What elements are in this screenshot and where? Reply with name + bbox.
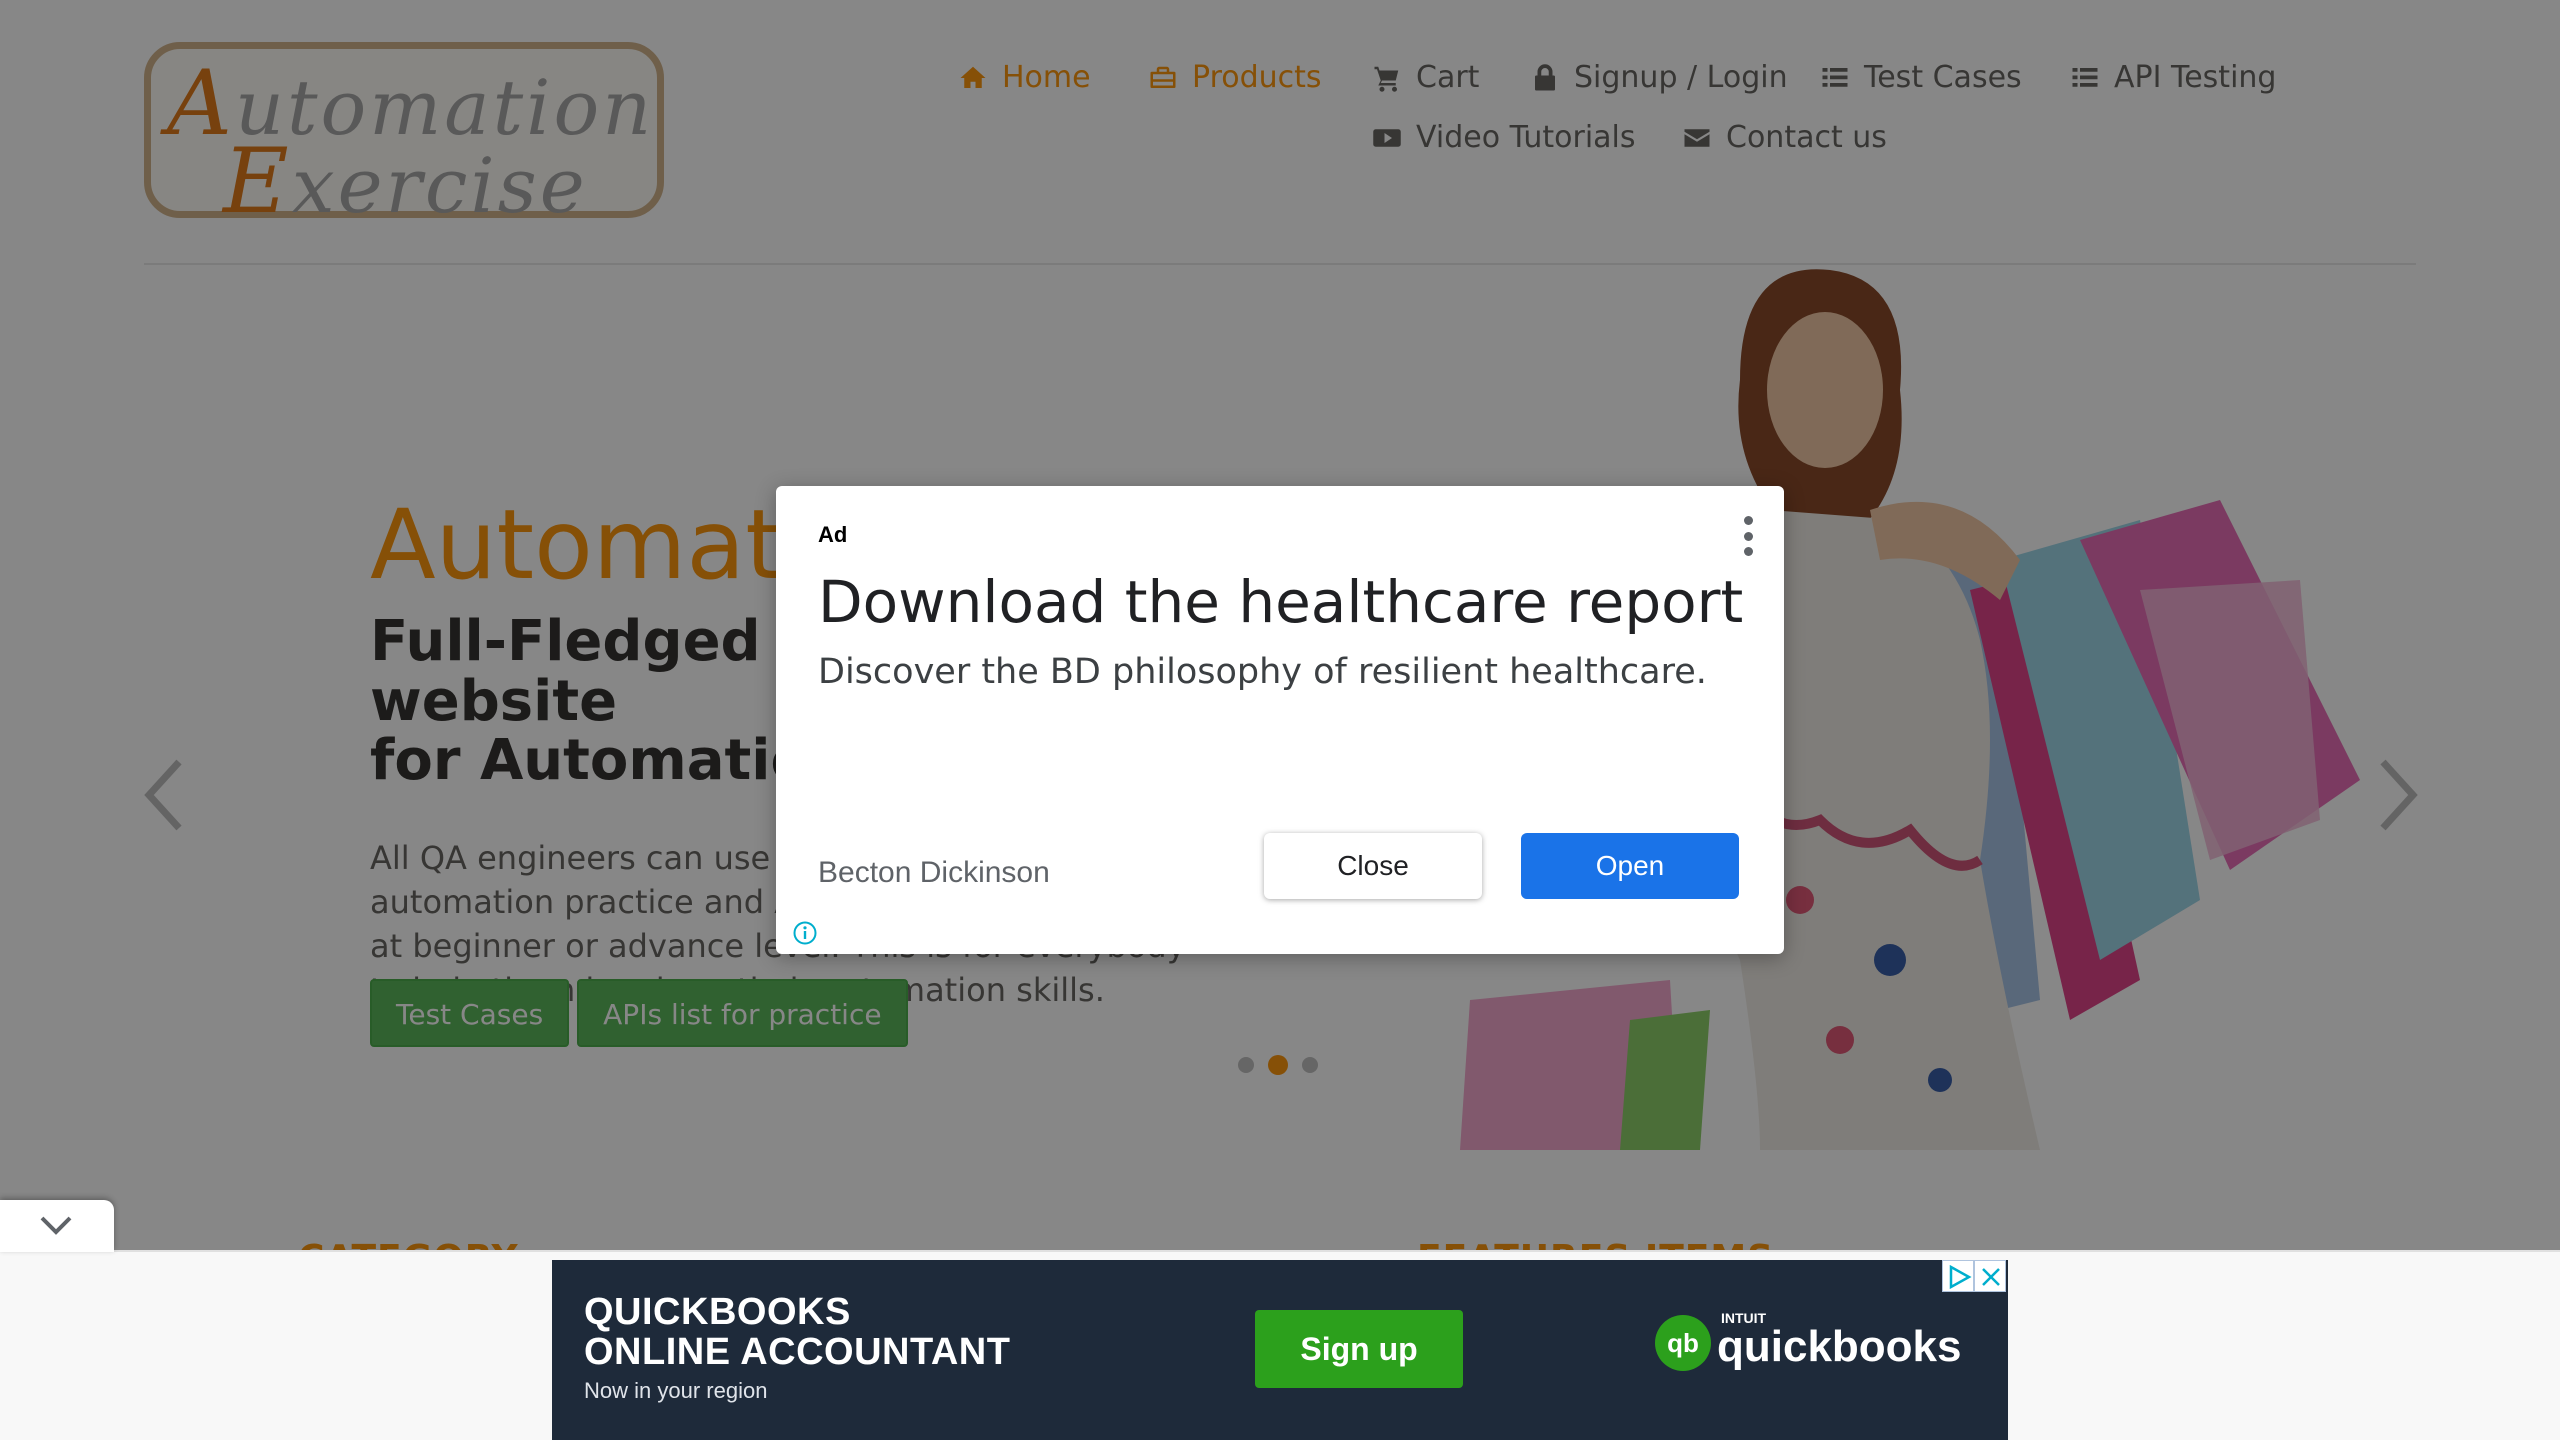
quickbooks-wordmark: INTUIT quickbooks xyxy=(1717,1310,1962,1372)
banner-subtitle: Now in your region xyxy=(584,1378,768,1403)
ad-dismiss-icon[interactable] xyxy=(1974,1260,2006,1292)
ad-dialog: Ad Download the healthcare report Discov… xyxy=(776,486,1784,954)
quickbooks-icon: qb xyxy=(1655,1315,1711,1371)
anchor-ad-toggle[interactable] xyxy=(0,1200,114,1252)
banner-signup-button[interactable]: Sign up xyxy=(1255,1310,1463,1388)
info-icon[interactable] xyxy=(792,920,818,946)
adchoices-icon[interactable] xyxy=(1942,1260,1974,1292)
ad-open-button[interactable]: Open xyxy=(1521,833,1739,899)
intuit-label: INTUIT xyxy=(1721,1310,1767,1326)
more-options-icon[interactable] xyxy=(1742,516,1754,556)
ad-advertiser[interactable]: Becton Dickinson xyxy=(818,856,1050,890)
banner-title: QUICKBOOKS ONLINE ACCOUNTANT xyxy=(584,1291,1011,1373)
ad-close-button[interactable]: Close xyxy=(1264,833,1482,899)
adchoices-controls xyxy=(1942,1260,2006,1292)
quickbooks-logo: qb INTUIT quickbooks xyxy=(1655,1310,1962,1372)
chevron-down-icon xyxy=(40,1216,72,1235)
ad-headline[interactable]: Download the healthcare report xyxy=(818,568,1743,636)
ad-description[interactable]: Discover the BD philosophy of resilient … xyxy=(818,652,1707,692)
ad-label: Ad xyxy=(818,522,848,547)
quickbooks-banner[interactable]: QUICKBOOKS ONLINE ACCOUNTANT Now in your… xyxy=(552,1260,2008,1440)
